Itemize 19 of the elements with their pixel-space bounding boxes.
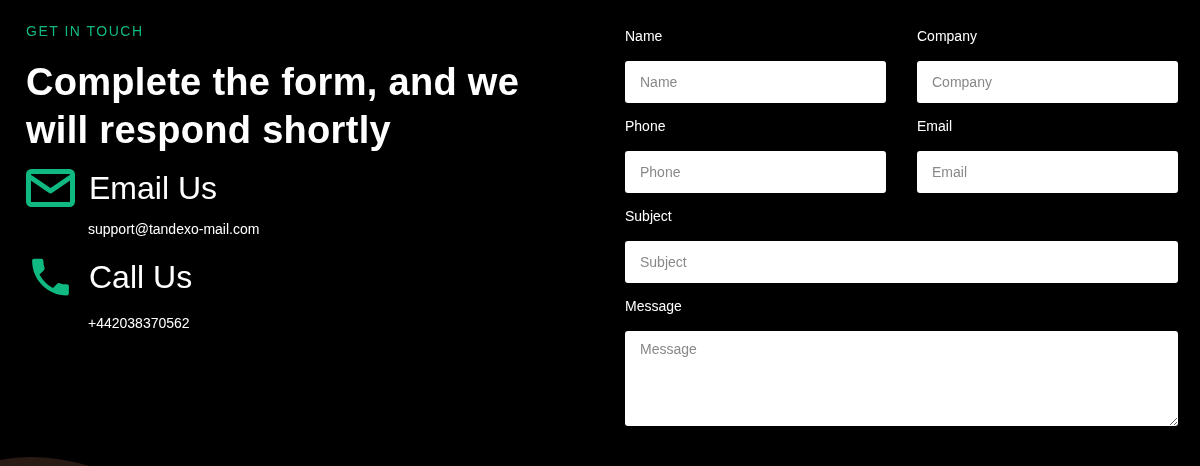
contact-detail: +442038370562 — [88, 314, 191, 332]
input-field[interactable]: Phone — [625, 151, 886, 193]
contact-title: Call Us — [89, 258, 193, 297]
envelope-icon — [26, 169, 75, 207]
contact-title: Email Us — [89, 169, 217, 208]
input-field[interactable]: Subject — [625, 241, 1178, 283]
input-field[interactable]: Email — [917, 151, 1178, 193]
message-field[interactable]: Message — [625, 331, 1178, 426]
field-label: Subject — [625, 207, 672, 226]
field-label: Company — [917, 27, 977, 46]
eyebrow-text: GET IN TOUCH — [26, 22, 145, 40]
input-field[interactable]: Name — [625, 61, 886, 103]
field-label: Message — [625, 297, 682, 316]
heading: Complete the form, and we will respond shortly — [26, 60, 521, 153]
contact-detail: support@tandexo-mail.com — [88, 220, 261, 238]
field-label: Email — [917, 117, 952, 136]
field-label: Phone — [625, 117, 666, 136]
input-field[interactable]: Company — [917, 61, 1178, 103]
field-label: Name — [625, 27, 663, 46]
